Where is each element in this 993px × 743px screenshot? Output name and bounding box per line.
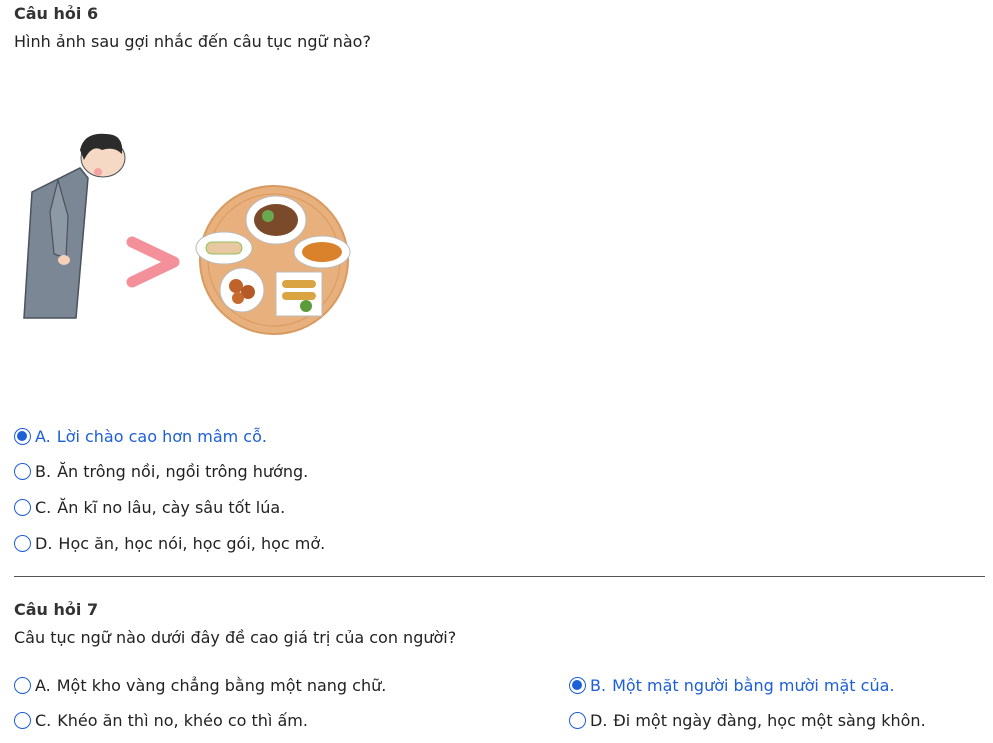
option-letter: C. (35, 498, 52, 517)
option-text: Đi một ngày đàng, học một sàng khôn. (613, 711, 926, 730)
bowing-man-icon (23, 133, 126, 319)
option-text: Khéo ăn thì no, khéo co thì ấm. (57, 711, 308, 730)
q6-option-d[interactable]: D. Học ăn, học nói, học gói, học mở. (14, 534, 325, 553)
radio-icon[interactable] (14, 535, 31, 552)
radio-selected-icon[interactable] (14, 428, 31, 445)
option-letter: B. (590, 676, 607, 695)
question-6-title: Câu hỏi 6 (14, 4, 99, 23)
radio-icon[interactable] (14, 712, 31, 729)
question-divider (14, 576, 985, 577)
greater-than-sign-icon (126, 236, 180, 288)
option-letter: B. (35, 462, 52, 481)
radio-icon[interactable] (14, 677, 31, 694)
q6-option-c[interactable]: C. Ăn kĩ no lâu, cày sâu tốt lúa. (14, 498, 285, 517)
question-6-illustration (10, 120, 360, 339)
q6-option-b[interactable]: B. Ăn trông nồi, ngồi trông hướng. (14, 462, 308, 481)
radio-icon[interactable] (14, 463, 31, 480)
option-text: Một kho vàng chẳng bằng một nang chữ. (56, 676, 387, 695)
option-letter: A. (35, 676, 51, 695)
radio-icon[interactable] (14, 499, 31, 516)
option-letter: A. (35, 427, 51, 446)
q7-option-c[interactable]: C. Khéo ăn thì no, khéo co thì ấm. (14, 711, 308, 730)
option-text: Ăn trông nồi, ngồi trông hướng. (57, 462, 309, 481)
radio-icon[interactable] (569, 712, 586, 729)
question-6-text: Hình ảnh sau gợi nhắc đến câu tục ngữ nà… (14, 32, 371, 51)
option-letter: C. (35, 711, 52, 730)
option-text: Một mặt người bằng mười mặt của. (612, 676, 895, 695)
option-letter: D. (35, 534, 53, 553)
option-text: Ăn kĩ no lâu, cày sâu tốt lúa. (57, 498, 286, 517)
q7-option-d[interactable]: D. Đi một ngày đàng, học một sàng khôn. (569, 711, 926, 730)
option-text: Học ăn, học nói, học gói, học mở. (58, 534, 326, 553)
q7-option-a[interactable]: A. Một kho vàng chẳng bằng một nang chữ. (14, 676, 386, 695)
q7-option-b[interactable]: B. Một mặt người bằng mười mặt của. (569, 676, 895, 695)
q6-option-a[interactable]: A. Lời chào cao hơn mâm cỗ. (14, 427, 267, 446)
option-text: Lời chào cao hơn mâm cỗ. (56, 427, 267, 446)
question-7-title: Câu hỏi 7 (14, 600, 99, 619)
food-tray-icon (195, 185, 351, 335)
question-7-text: Câu tục ngữ nào dưới đây đề cao giá trị … (14, 628, 457, 647)
option-letter: D. (590, 711, 608, 730)
radio-selected-icon[interactable] (569, 677, 586, 694)
